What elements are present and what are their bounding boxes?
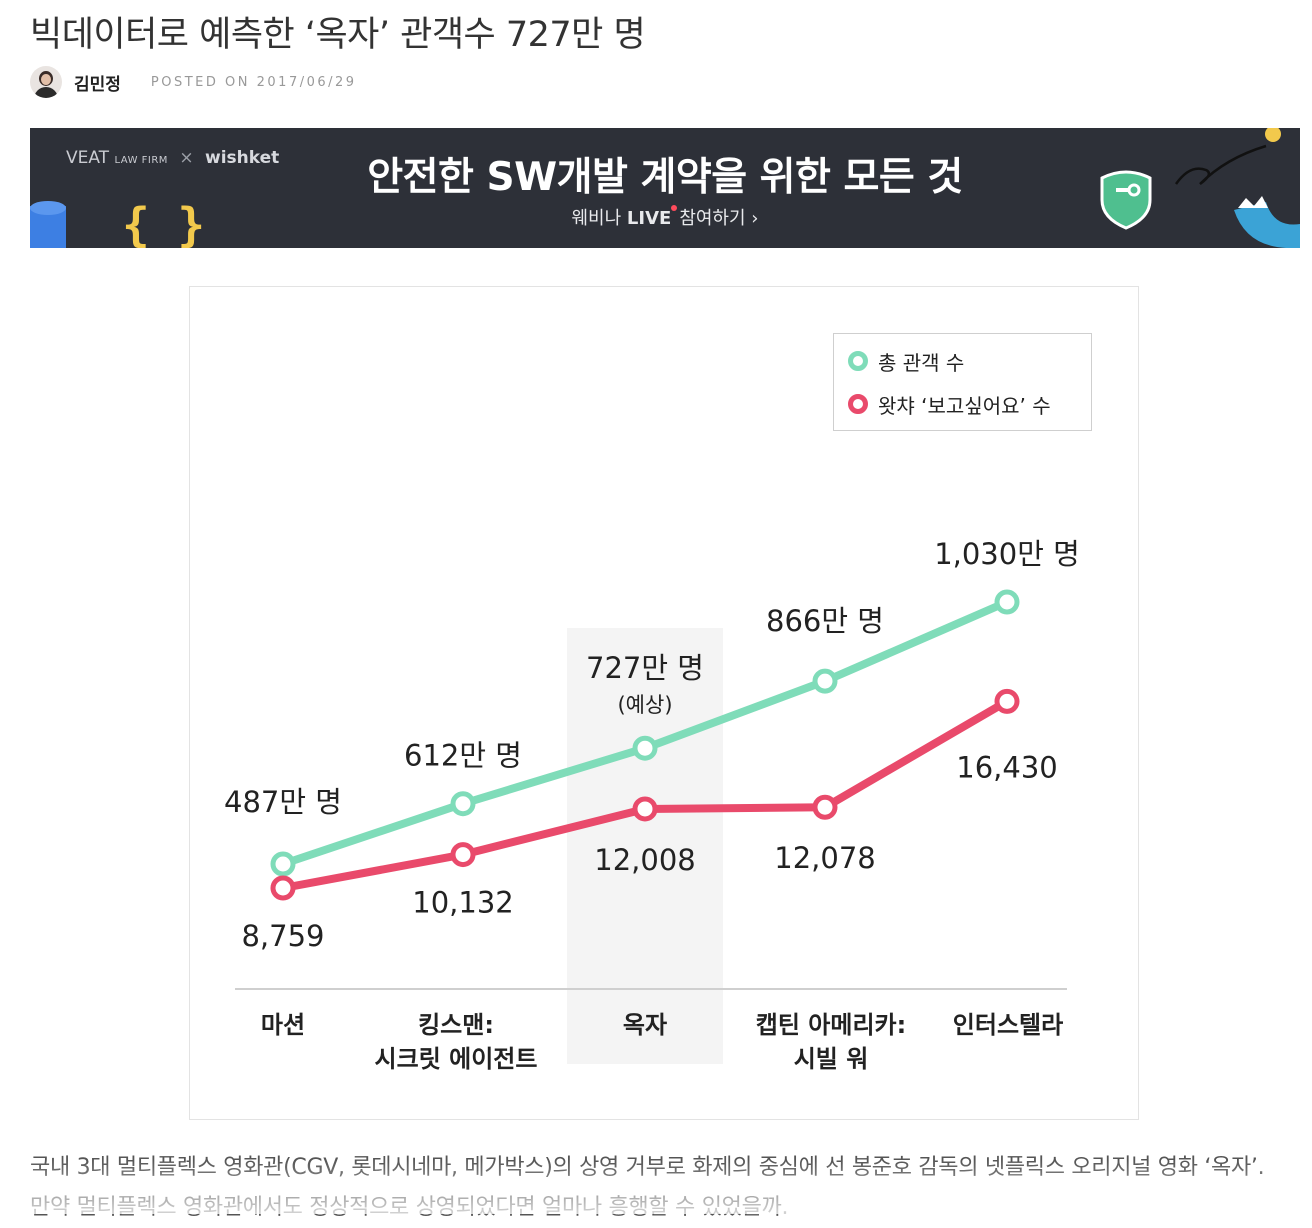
legend-item-total-audience: 총 관객 수 [848,346,964,376]
x-tick-label: 킹스맨: [418,1011,494,1039]
ad-banner[interactable]: { } VEAT LAW FIRM × wishket 안전한 SW개발 계약을… [30,128,1300,248]
point-total-audience [994,589,1020,615]
author-avatar[interactable] [30,66,62,98]
data-label-total-audience: 487만 명 [224,785,342,819]
point-watcha-wishlist [270,875,296,901]
point-total-audience [450,791,476,817]
x-tick-label: 시빌 워 [794,1045,869,1073]
x-tick-label: 캡틴 아메리카: [756,1011,906,1039]
data-label-total-audience: 866만 명 [766,604,884,638]
chart-figure: 487만 명 8,759 612만 명 10,132 727만 명 (예상) 12,008 8… [189,286,1139,1120]
data-label-total-audience: 1,030만 명 [934,537,1080,571]
data-label-watcha-wishlist: 10,132 [412,886,513,920]
data-label-watcha-wishlist: 8,759 [241,919,324,953]
point-watcha-wishlist [812,794,838,820]
point-watcha-wishlist [450,842,476,868]
data-label-watcha-wishlist: 16,430 [956,750,1057,784]
point-total-audience [632,735,658,761]
point-total-audience [812,668,838,694]
chart-legend: 총 관객 수 왓챠 ‘보고싶어요’ 수 [833,333,1092,431]
x-tick-label: 시크릿 에이전트 [375,1045,538,1073]
legend-circle-icon [848,351,868,371]
banner-headline[interactable]: 안전한 SW개발 계약을 위한 모든 것 [30,146,1300,202]
legend-item-watcha-wishlist: 왓챠 ‘보고싶어요’ 수 [848,389,1051,419]
data-label-watcha-wishlist: 12,078 [774,841,875,875]
legend-circle-icon [848,394,868,414]
data-label-watcha-wishlist: 12,008 [594,843,695,877]
data-label-note: (예상) [617,693,672,717]
live-dot-icon [671,205,678,211]
point-watcha-wishlist [632,796,658,822]
post-meta: 김민정 POSTED ON 2017/06/29 [30,64,357,100]
bottom-fade [0,1160,1312,1214]
x-tick-label: 옥자 [623,1011,667,1039]
point-watcha-wishlist [994,688,1020,714]
x-tick-label: 인터스텔라 [953,1011,1063,1039]
posted-date: POSTED ON 2017/06/29 [150,74,357,90]
data-label-total-audience: 727만 명 [586,651,704,685]
data-label-total-audience: 612만 명 [404,739,522,773]
author-name[interactable]: 김민정 [74,70,121,95]
x-tick-label: 마션 [261,1011,305,1039]
point-total-audience [270,851,296,877]
article-title: 빅데이터로 예측한 ‘옥자’ 관객수 727만 명 [30,15,646,55]
banner-cta-link[interactable]: 웨비나 LIVE 참여하기 › [30,204,1300,230]
sun-dot-shape [1265,128,1281,142]
